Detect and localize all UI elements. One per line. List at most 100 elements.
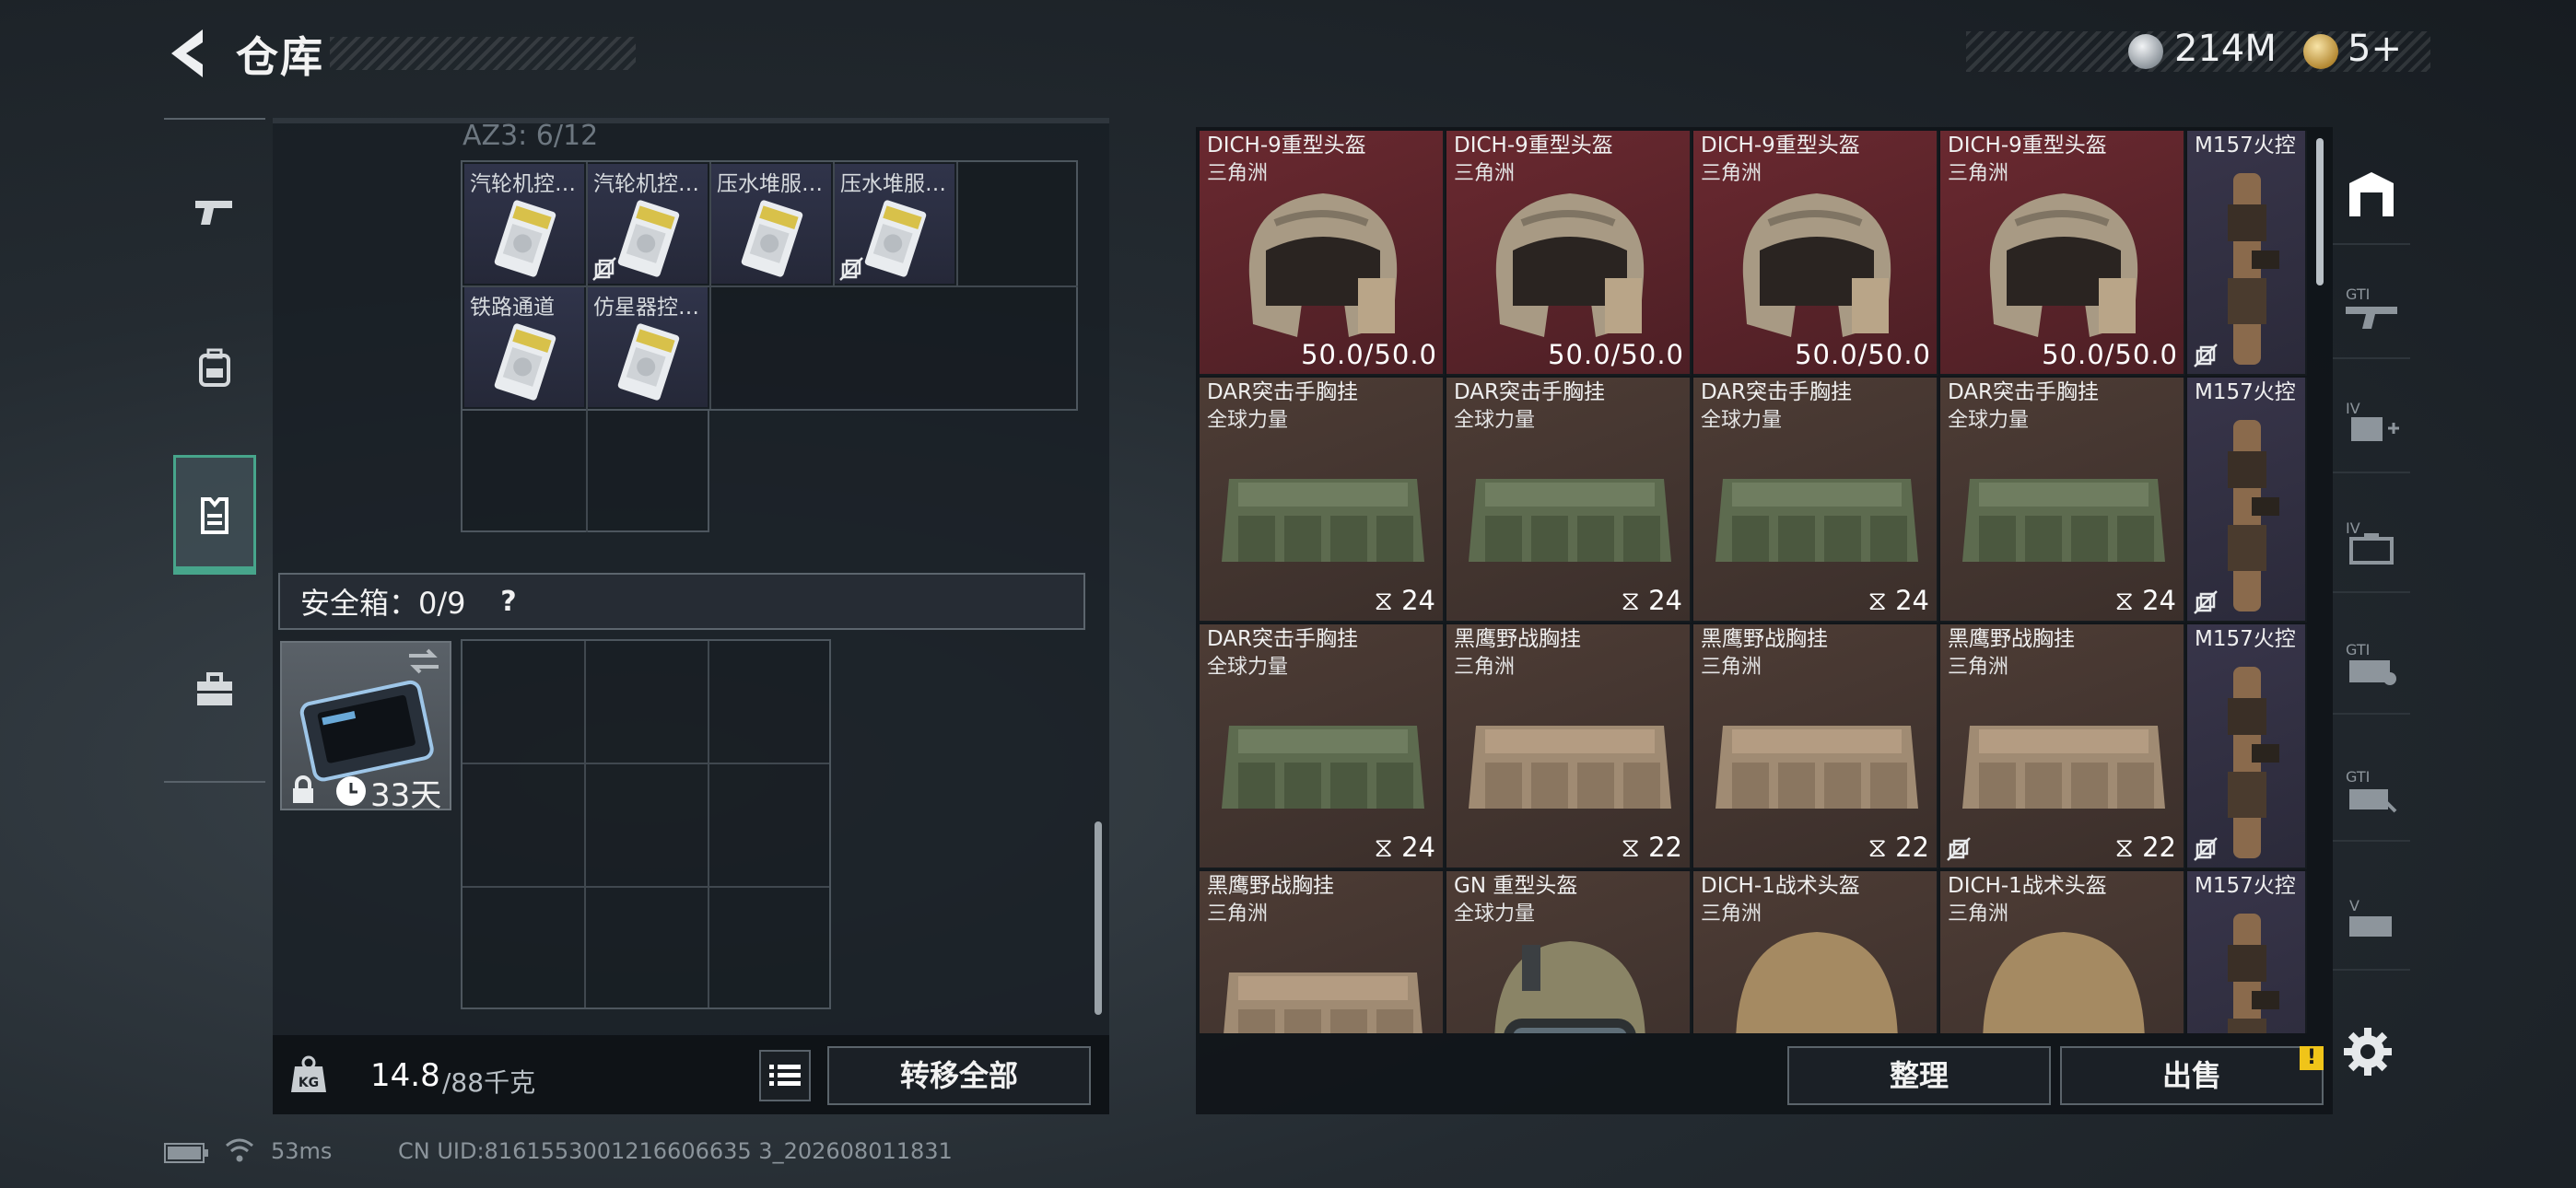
rig-tan-image bbox=[1951, 661, 2176, 845]
rail-item-supplies[interactable] bbox=[173, 630, 256, 750]
stash-item-source: 三角洲 bbox=[1701, 162, 1762, 185]
svg-text:GTI: GTI bbox=[2346, 641, 2370, 658]
container-item-name: 压水堆服… bbox=[717, 172, 823, 196]
stash-item[interactable]: DICH-1战术头盔 三角洲 bbox=[1693, 871, 1938, 1033]
stash-item-name: DICH-9重型头盔 bbox=[1701, 134, 1860, 157]
stash-item[interactable]: GN 重型头盔 全球力量 bbox=[1446, 871, 1692, 1033]
stash-item[interactable]: M157火控 bbox=[2187, 131, 2307, 376]
stash-item-source: 三角洲 bbox=[1454, 656, 1516, 679]
rig-green-image bbox=[1211, 661, 1435, 845]
v-storage-icon: V bbox=[2349, 897, 2392, 937]
right-rail-iv-storage[interactable]: IV bbox=[2333, 494, 2410, 593]
gold-currency-value[interactable]: 5+ bbox=[2348, 28, 2402, 70]
stash-item-name: M157火控 bbox=[2195, 380, 2296, 404]
container-item[interactable]: 压水堆服… bbox=[711, 164, 831, 284]
stash-item-source: 三角洲 bbox=[1454, 162, 1516, 185]
stash-item[interactable]: DAR突击手胸挂 全球力量 ⧖ 24 bbox=[1446, 378, 1692, 623]
stash-item[interactable]: M157火控 bbox=[2187, 378, 2307, 623]
container-item[interactable]: 压水堆服… bbox=[835, 164, 954, 284]
weight-current: 14.8 bbox=[370, 1057, 440, 1094]
iv-add-icon: IV bbox=[2346, 400, 2399, 441]
capacity-value: ⧖ 22 bbox=[2114, 832, 2176, 863]
vest-icon bbox=[201, 497, 228, 534]
stash-item-source: 全球力量 bbox=[1701, 409, 1783, 432]
help-icon[interactable]: ? bbox=[488, 582, 529, 623]
grid-line bbox=[833, 162, 835, 285]
container-item-name: 汽轮机控… bbox=[470, 172, 576, 196]
stash-item[interactable]: 黑鹰野战胸挂 三角洲 ⧖ 22 bbox=[1446, 624, 1692, 869]
right-rail-gti-weapons[interactable]: GTI bbox=[2333, 260, 2410, 359]
container-section-label: AZ3: 6/12 bbox=[463, 120, 599, 152]
right-rail-v-storage[interactable]: V bbox=[2333, 871, 2410, 971]
stash-item-name: DAR突击手胸挂 bbox=[1207, 380, 1359, 404]
rig-green-image bbox=[1951, 414, 2176, 599]
list-icon bbox=[769, 1065, 801, 1086]
transfer-all-button[interactable]: 转移全部 bbox=[827, 1046, 1091, 1105]
container-item[interactable]: 汽轮机控… bbox=[464, 164, 584, 284]
settings-button[interactable] bbox=[2338, 1022, 2397, 1081]
rail-item-equipment[interactable] bbox=[173, 308, 256, 427]
stash-item-name: DICH-9重型头盔 bbox=[1207, 134, 1366, 157]
container-item[interactable]: 铁路通道 bbox=[464, 287, 584, 407]
right-rail-iv-medical[interactable]: IV bbox=[2333, 374, 2410, 473]
stash-item-name: 黑鹰野战胸挂 bbox=[1207, 874, 1334, 898]
no-drop-icon bbox=[838, 256, 864, 282]
list-view-button[interactable] bbox=[759, 1050, 811, 1101]
stash-item[interactable]: DAR突击手胸挂 全球力量 ⧖ 24 bbox=[1200, 378, 1445, 623]
stash-item[interactable]: DICH-9重型头盔 三角洲 50.0/50.0 bbox=[1446, 131, 1692, 376]
stash-item[interactable]: DICH-9重型头盔 三角洲 50.0/50.0 bbox=[1200, 131, 1445, 376]
stash-item-name: M157火控 bbox=[2195, 627, 2296, 651]
stash-scrollbar[interactable] bbox=[2316, 138, 2324, 285]
helmet-heavy-image bbox=[1951, 168, 2176, 352]
toolbox-icon bbox=[197, 672, 232, 705]
scope-image bbox=[2196, 908, 2298, 1033]
stash-item[interactable]: DAR突击手胸挂 全球力量 ⧖ 24 bbox=[1693, 378, 1938, 623]
container-item[interactable]: 仿星器控… bbox=[588, 287, 708, 407]
capacity-icon: ⧖ bbox=[1621, 832, 1640, 863]
weight-max: /88千克 bbox=[442, 1067, 536, 1098]
safebox-label: 安全箱：0/9 bbox=[300, 586, 466, 621]
backpack-scrollbar[interactable] bbox=[1095, 821, 1102, 1015]
stash-item-name: 黑鹰野战胸挂 bbox=[1701, 627, 1828, 651]
stash-item-name: DAR突击手胸挂 bbox=[1948, 380, 2100, 404]
lock-icon bbox=[289, 775, 317, 805]
swap-icon[interactable] bbox=[405, 645, 442, 678]
stash-item[interactable]: DAR突击手胸挂 全球力量 ⧖ 24 bbox=[1200, 624, 1445, 869]
stash-item[interactable]: DAR突击手胸挂 全球力量 ⧖ 24 bbox=[1940, 378, 2185, 623]
right-rail-all-items[interactable] bbox=[2333, 146, 2410, 245]
rig-tan-image bbox=[1704, 661, 1929, 845]
stash-item-source: 全球力量 bbox=[1454, 409, 1536, 432]
capacity-value: ⧖ 24 bbox=[1621, 585, 1682, 616]
safebox-days: 33天 bbox=[370, 777, 442, 814]
stash-item[interactable]: DICH-1战术头盔 三角洲 bbox=[1940, 871, 2185, 1033]
stash-item-source: 三角洲 bbox=[1948, 903, 2009, 926]
svg-text:GTI: GTI bbox=[2346, 285, 2370, 303]
right-rail-gti-hand[interactable]: GTI bbox=[2333, 742, 2410, 842]
sort-button[interactable]: 整理 bbox=[1787, 1046, 2051, 1105]
stash-item[interactable]: 黑鹰野战胸挂 三角洲 bbox=[1200, 871, 1445, 1033]
svg-text:KG: KG bbox=[299, 1076, 319, 1090]
stash-item[interactable]: DICH-9重型头盔 三角洲 50.0/50.0 bbox=[1693, 131, 1938, 376]
container-item[interactable]: 汽轮机控… bbox=[588, 164, 708, 284]
no-drop-icon bbox=[1946, 836, 1972, 862]
capacity-value: ⧖ 22 bbox=[1868, 832, 1929, 863]
stash-item[interactable]: M157火控 bbox=[2187, 871, 2307, 1033]
safebox-grid bbox=[461, 639, 831, 1009]
stash-item[interactable]: 黑鹰野战胸挂 三角洲 ⧖ 22 bbox=[1940, 624, 2185, 869]
grid-line bbox=[956, 162, 958, 285]
back-button[interactable] bbox=[158, 24, 216, 83]
stash-item[interactable]: DICH-9重型头盔 三角洲 50.0/50.0 bbox=[1940, 131, 2185, 376]
stash-item-source: 三角洲 bbox=[1701, 656, 1762, 679]
container-item-name: 仿星器控… bbox=[593, 296, 699, 320]
rail-item-weapons[interactable] bbox=[173, 151, 256, 271]
stash-item[interactable]: 黑鹰野战胸挂 三角洲 ⧖ 22 bbox=[1693, 624, 1938, 869]
helmet-gn-image bbox=[1458, 908, 1682, 1033]
keycard-image bbox=[490, 197, 560, 280]
rail-item-chest-rig[interactable] bbox=[173, 455, 256, 575]
kg-weight-icon: KG bbox=[287, 1054, 330, 1096]
right-rail-gti-case[interactable]: GTI bbox=[2333, 615, 2410, 715]
stash-item[interactable]: M157火控 bbox=[2187, 624, 2307, 869]
scope-image bbox=[2196, 168, 2298, 370]
wifi-icon bbox=[225, 1136, 254, 1164]
sell-button[interactable]: 出售 bbox=[2060, 1046, 2324, 1105]
